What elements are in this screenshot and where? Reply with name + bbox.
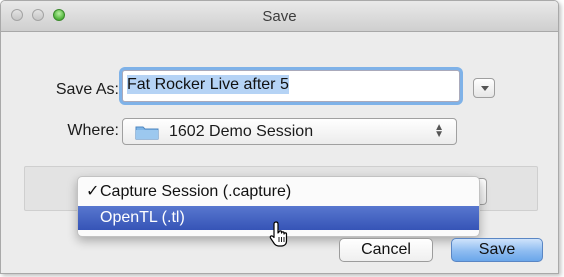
menu-item-label: OpenTL (.tl): [100, 209, 185, 226]
cancel-button[interactable]: Cancel: [339, 238, 433, 262]
expand-dialog-button[interactable]: [473, 78, 495, 98]
save-button[interactable]: Save: [451, 238, 543, 262]
save-as-field[interactable]: Fat Rocker Live after 5: [122, 70, 460, 102]
checkmark-icon: ✓: [86, 183, 100, 200]
save-as-label: Save As:: [55, 81, 119, 98]
where-popup-button[interactable]: 1602 Demo Session ▲ ▼: [122, 118, 457, 145]
save-dialog: Save Save As: Fat Rocker Live after 5 Wh…: [0, 0, 559, 274]
save-as-value: Fat Rocker Live after 5: [127, 75, 289, 94]
title-bar: Save: [1, 1, 558, 32]
up-down-arrows-icon: ▲ ▼: [434, 122, 444, 140]
menu-item-capture-session[interactable]: ✓Capture Session (.capture): [78, 180, 479, 204]
where-value: 1602 Demo Session: [169, 123, 314, 140]
hand-pointer-icon: [269, 221, 288, 247]
where-label: Where:: [67, 122, 119, 139]
menu-item-label: Capture Session (.capture): [100, 183, 292, 200]
window-title: Save: [262, 8, 297, 25]
chevron-down-icon: [481, 86, 489, 91]
folder-icon: [135, 126, 159, 140]
